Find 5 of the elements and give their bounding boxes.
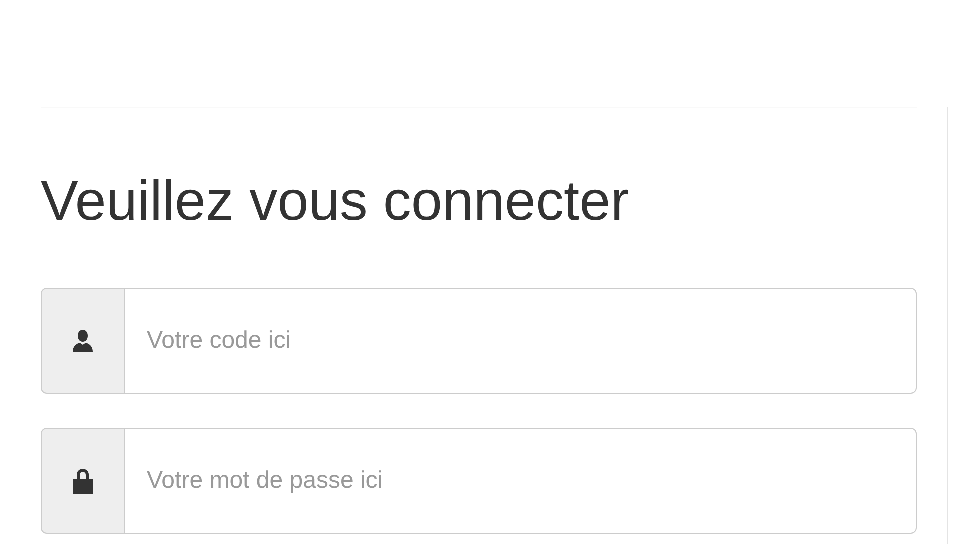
code-field[interactable]: Votre code ici [124, 288, 917, 394]
page-heading: Veuillez vous connecter [41, 168, 630, 234]
password-field[interactable]: Votre mot de passe ici [124, 428, 917, 534]
user-icon [71, 329, 95, 353]
lock-icon [72, 468, 94, 494]
